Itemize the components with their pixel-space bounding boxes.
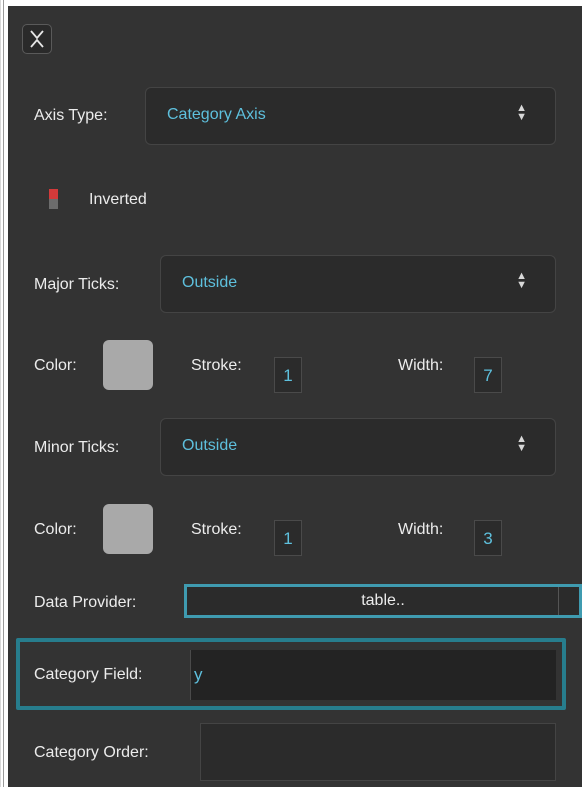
minor-color-swatch[interactable]	[103, 504, 153, 554]
axis-type-select[interactable]: Category Axis ▲ ▼	[145, 87, 556, 145]
inverted-label: Inverted	[89, 191, 147, 208]
left-divider	[3, 0, 4, 787]
major-ticks-label: Major Ticks:	[34, 276, 120, 293]
toggle-gray-segment	[49, 199, 58, 209]
select-arrows-icon: ▲ ▼	[516, 102, 527, 123]
minor-stroke-input[interactable]: 1	[274, 520, 302, 556]
axis-type-label: Axis Type:	[34, 107, 108, 124]
left-edge	[0, 0, 1, 787]
minor-width-label: Width:	[398, 521, 444, 538]
major-width-label: Width:	[398, 357, 444, 374]
category-order-input[interactable]	[200, 723, 556, 781]
minor-ticks-select[interactable]: Outside ▲ ▼	[160, 418, 556, 476]
major-width-input[interactable]: 7	[474, 357, 502, 393]
inverted-toggle[interactable]	[49, 189, 58, 209]
minor-ticks-value: Outside	[182, 437, 238, 454]
major-stroke-label: Stroke:	[191, 357, 242, 374]
chevron-collapse-icon	[30, 30, 44, 48]
data-provider-button[interactable]: table..	[184, 584, 582, 618]
minor-stroke-label: Stroke:	[191, 521, 242, 538]
major-ticks-value: Outside	[182, 274, 238, 291]
provider-divider	[558, 587, 559, 615]
axis-type-value: Category Axis	[167, 106, 266, 123]
minor-color-label: Color:	[34, 521, 77, 538]
select-arrows-icon: ▲ ▼	[516, 433, 527, 454]
category-field-input[interactable]: y	[191, 650, 556, 700]
select-arrows-icon: ▲ ▼	[516, 270, 527, 291]
major-stroke-input[interactable]: 1	[274, 357, 302, 393]
minor-ticks-label: Minor Ticks:	[34, 439, 120, 456]
collapse-button[interactable]	[22, 24, 52, 54]
major-color-swatch[interactable]	[103, 340, 153, 390]
data-provider-value: table..	[361, 592, 405, 609]
toggle-red-segment	[49, 189, 58, 199]
category-field-label: Category Field:	[34, 666, 143, 683]
major-ticks-select[interactable]: Outside ▲ ▼	[160, 255, 556, 313]
minor-width-input[interactable]: 3	[474, 520, 502, 556]
major-color-label: Color:	[34, 357, 77, 374]
category-order-label: Category Order:	[34, 744, 149, 761]
data-provider-label: Data Provider:	[34, 594, 137, 611]
